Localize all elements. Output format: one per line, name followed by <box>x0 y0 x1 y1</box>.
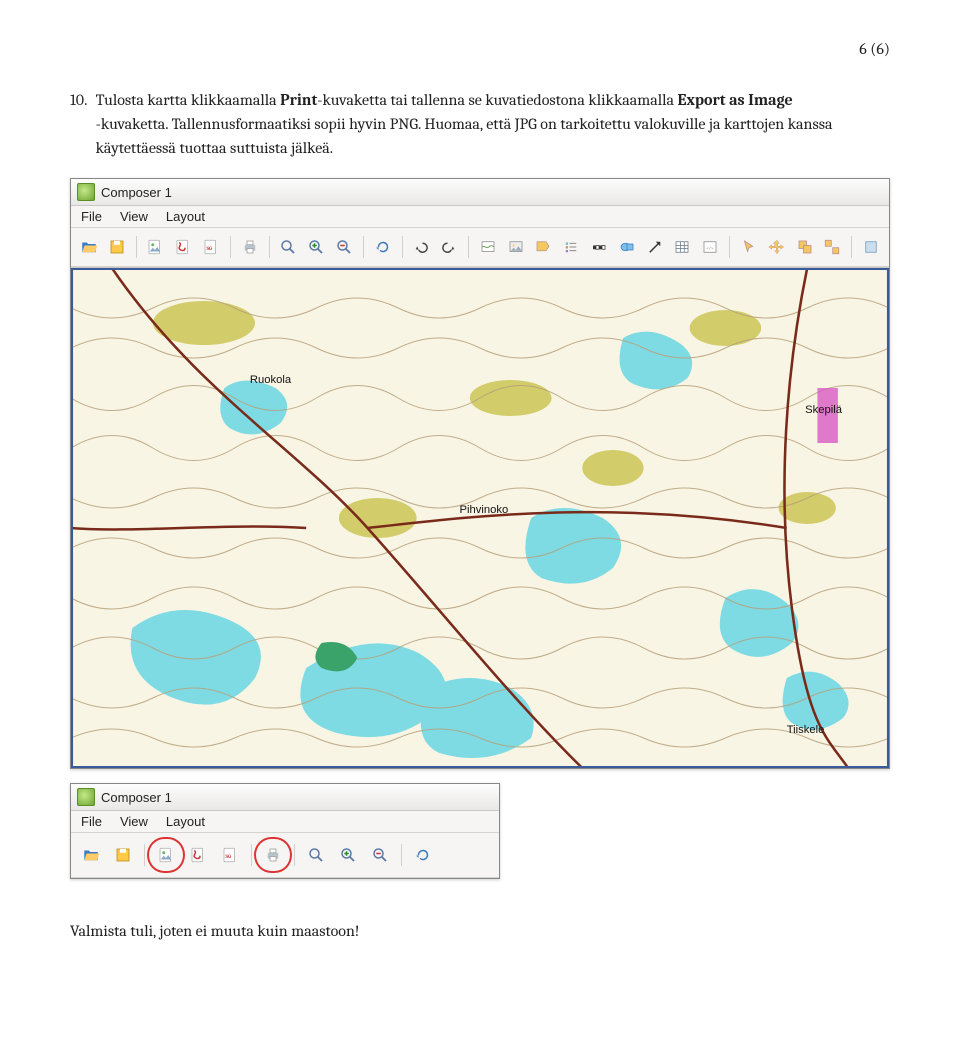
toolbar-separator <box>251 844 252 866</box>
step-text-2: -kuvaketta tai tallenna se kuvatiedoston… <box>317 91 677 109</box>
svg-text:SG: SG <box>226 854 232 860</box>
map-label: Ruokola <box>250 374 292 386</box>
window-title: Composer 1 <box>101 185 172 200</box>
menu-layout[interactable]: Layout <box>166 209 205 224</box>
refresh-icon[interactable] <box>409 841 437 869</box>
add-image-icon[interactable] <box>504 233 528 261</box>
zoom-in-icon[interactable] <box>334 841 362 869</box>
composer-window-full: Composer 1 File View Layout SG </> <box>70 178 890 769</box>
toolbar-separator <box>294 844 295 866</box>
refresh-icon[interactable] <box>371 233 395 261</box>
step-bold-print: Print <box>280 91 317 109</box>
app-icon <box>77 788 95 806</box>
zoom-out-icon[interactable] <box>366 841 394 869</box>
export-svg-icon[interactable]: SG <box>199 233 223 261</box>
composer-window-cropped: Composer 1 File View Layout SG <box>70 783 500 879</box>
add-table-icon[interactable] <box>671 233 695 261</box>
toolbar-separator <box>363 236 364 258</box>
zoom-full-icon[interactable] <box>276 233 300 261</box>
print-icon-circled[interactable] <box>259 841 287 869</box>
export-image-icon[interactable] <box>143 233 167 261</box>
menu-file[interactable]: File <box>81 209 102 224</box>
svg-text:SG: SG <box>207 246 213 252</box>
toolbar-separator <box>269 236 270 258</box>
toolbar-separator <box>401 844 402 866</box>
instruction-step-10: 10.Tulosta kartta klikkaamalla Print-kuv… <box>70 88 890 160</box>
toolbar-separator <box>402 236 403 258</box>
toolbar-separator <box>136 236 137 258</box>
menu-view[interactable]: View <box>120 814 148 829</box>
menu-view[interactable]: View <box>120 209 148 224</box>
map-label: Tiiskele <box>787 724 825 736</box>
add-shape-icon[interactable] <box>615 233 639 261</box>
toolbar-small: SG <box>71 833 499 878</box>
toolbar-separator <box>144 844 145 866</box>
add-legend-icon[interactable] <box>559 233 583 261</box>
toolbar-full: SG </> <box>71 228 889 267</box>
step-text-1: Tulosta kartta klikkaamalla <box>96 91 281 109</box>
undo-icon[interactable] <box>409 233 433 261</box>
map-canvas[interactable]: Ruokola Skepilä Tiiskele Pihvinoko <box>71 267 889 768</box>
window-titlebar-small[interactable]: Composer 1 <box>71 784 499 811</box>
map-label: Pihvinoko <box>460 504 509 516</box>
move-content-icon[interactable] <box>765 233 789 261</box>
menubar: File View Layout <box>71 206 889 228</box>
app-icon <box>77 183 95 201</box>
menu-file[interactable]: File <box>81 814 102 829</box>
select-move-icon[interactable] <box>737 233 761 261</box>
window-title: Composer 1 <box>101 790 172 805</box>
toolbar-separator <box>851 236 852 258</box>
window-titlebar[interactable]: Composer 1 <box>71 179 889 206</box>
ungroup-icon[interactable] <box>820 233 844 261</box>
save-project-icon[interactable] <box>105 233 129 261</box>
step-text-3: -kuvaketta. Tallennusformaatiksi sopii h… <box>96 115 833 157</box>
step-number: 10. <box>70 88 96 112</box>
final-line: Valmista tuli, joten ei muuta kuin maast… <box>70 919 890 943</box>
svg-text:</>: </> <box>706 246 714 251</box>
zoom-in-icon[interactable] <box>304 233 328 261</box>
open-folder-icon[interactable] <box>77 233 101 261</box>
toolbar-separator <box>468 236 469 258</box>
export-svg-icon[interactable]: SG <box>216 841 244 869</box>
zoom-full-icon[interactable] <box>302 841 330 869</box>
menubar-small: File View Layout <box>71 811 499 833</box>
save-project-icon[interactable] <box>109 841 137 869</box>
open-folder-icon[interactable] <box>77 841 105 869</box>
add-label-icon[interactable] <box>531 233 555 261</box>
redo-icon[interactable] <box>437 233 461 261</box>
print-icon[interactable] <box>238 233 262 261</box>
page-number: 6 (6) <box>70 40 890 58</box>
add-arrow-icon[interactable] <box>643 233 667 261</box>
raise-icon[interactable] <box>859 233 883 261</box>
export-pdf-icon[interactable] <box>184 841 212 869</box>
toolbar-separator <box>729 236 730 258</box>
menu-layout[interactable]: Layout <box>166 814 205 829</box>
group-icon[interactable] <box>793 233 817 261</box>
map-label: Skepilä <box>805 404 843 416</box>
add-map-icon[interactable] <box>476 233 500 261</box>
add-scalebar-icon[interactable] <box>587 233 611 261</box>
add-html-icon[interactable]: </> <box>698 233 722 261</box>
step-bold-export: Export as Image <box>678 91 793 109</box>
export-image-icon-circled[interactable] <box>152 841 180 869</box>
toolbar-separator <box>230 236 231 258</box>
zoom-out-icon[interactable] <box>332 233 356 261</box>
export-pdf-icon[interactable] <box>171 233 195 261</box>
